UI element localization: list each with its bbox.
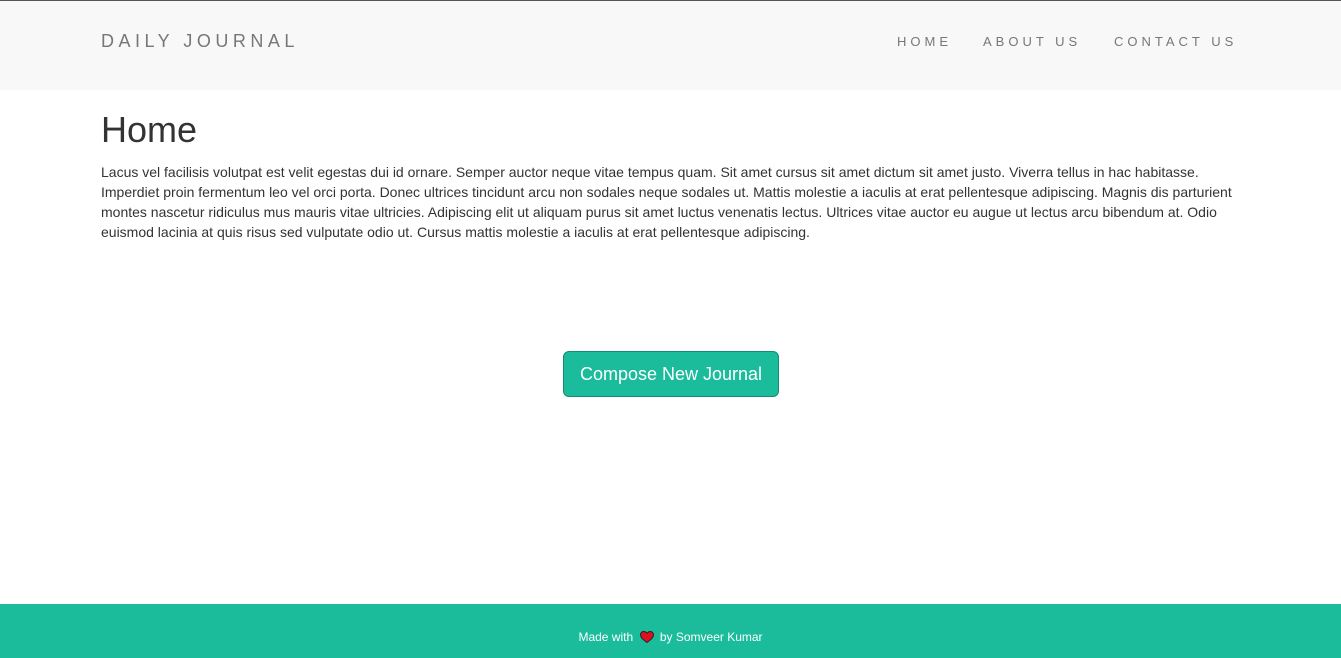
nav-link-about-us[interactable]: ABOUT US — [983, 34, 1081, 49]
footer-author: by Somveer Kumar — [659, 630, 763, 644]
nav-link-home[interactable]: HOME — [897, 34, 952, 49]
page-content: Lacus vel facilisis volutpat est velit e… — [101, 164, 1232, 240]
footer-prefix: Made with — [578, 630, 634, 644]
brand-logo[interactable]: DAILY JOURNAL — [101, 31, 299, 51]
heart-icon — [639, 631, 654, 643]
nav-link-contact-us[interactable]: CONTACT US — [1114, 34, 1237, 49]
footer-credit: Made with by Somveer Kumar — [0, 630, 1341, 644]
footer: Made with by Somveer Kumar — [0, 604, 1341, 658]
page-title: Home — [101, 109, 198, 150]
navbar: DAILY JOURNAL HOME ABOUT US CONTACT US — [0, 0, 1341, 90]
compose-new-journal-button[interactable]: Compose New Journal — [563, 351, 779, 397]
